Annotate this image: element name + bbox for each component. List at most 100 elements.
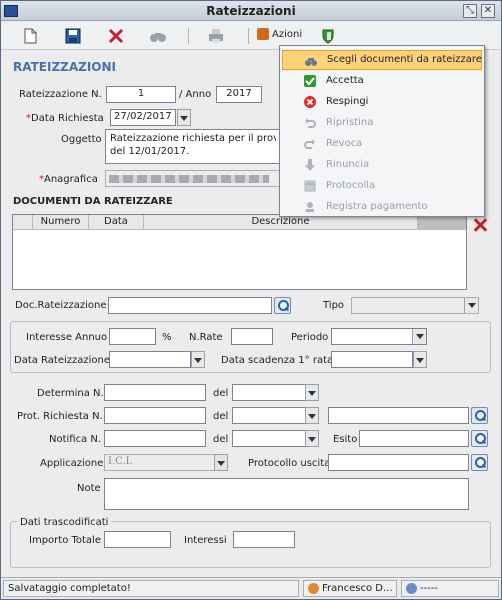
date-picker-button[interactable]	[305, 384, 319, 401]
interessi-label: Interessi	[184, 535, 227, 546]
nrate-field[interactable]	[231, 328, 273, 345]
toolbar-separator	[188, 28, 189, 44]
prot-richiesta-date-field[interactable]	[232, 407, 306, 424]
status-bar: Salvataggio completato! Francesco D... -…	[1, 577, 501, 599]
date-picker-button[interactable]	[177, 109, 191, 126]
oggetto-textarea[interactable]: Rateizzazione richiesta per il provved d…	[105, 129, 281, 164]
determina-label: Determina N.	[37, 388, 104, 399]
data-scadenza-field[interactable]	[331, 351, 413, 368]
user-icon	[308, 582, 319, 594]
data-rateizzazione-label: Data Rateizzazione	[14, 355, 111, 366]
applicazione-dropdown[interactable]	[214, 454, 228, 471]
binoculars-icon[interactable]	[149, 27, 167, 45]
data-rateizzazione-field[interactable]	[109, 351, 191, 368]
search-icon[interactable]	[471, 430, 488, 447]
tipo-label: Tipo	[323, 300, 345, 311]
toolbar-separator	[248, 28, 249, 44]
menu-item-registra-pagamento[interactable]: Registra pagamento	[282, 197, 482, 217]
down-arrow-icon	[305, 159, 315, 171]
doc-rateizzazione-label: Doc.Rateizzazione	[15, 300, 107, 311]
actions-icon	[257, 28, 269, 40]
notifica-label: Notifica N.	[49, 434, 102, 445]
search-icon[interactable]	[471, 407, 488, 424]
anagrafica-label: *Anagrafica	[39, 174, 98, 185]
determina-field[interactable]	[104, 384, 206, 401]
data-richiesta-label: *Data Richiesta	[26, 113, 104, 124]
prot-richiesta-lookup-field[interactable]	[328, 407, 469, 424]
rateizzazione-label: Rateizzazione N.	[19, 89, 102, 100]
notifica-field[interactable]	[104, 430, 206, 447]
date-picker-button[interactable]	[191, 351, 205, 368]
minimize-button[interactable]: ⤡	[463, 4, 477, 18]
anno-field[interactable]: 2017	[216, 86, 262, 103]
interesse-field[interactable]	[109, 328, 156, 345]
prot-richiesta-label: Prot. Richiesta N.	[17, 411, 103, 422]
documents-section-title: DOCUMENTI DA RATEIZZARE	[13, 196, 173, 207]
close-button[interactable]: ✕	[481, 4, 495, 18]
del-label: del	[213, 388, 229, 399]
menu-item-accetta[interactable]: Accetta	[282, 71, 482, 91]
save-icon[interactable]	[64, 27, 82, 45]
menu-item-ripristina[interactable]: Ripristina	[282, 113, 482, 133]
dati-trascodificati-title: Dati trascodificati	[17, 517, 112, 528]
undo-icon	[305, 118, 316, 128]
shield-icon[interactable]	[319, 27, 337, 45]
delete-icon[interactable]	[107, 27, 125, 45]
applicazione-field[interactable]: I.C.I.	[104, 454, 228, 471]
nrate-label: N.Rate	[189, 332, 223, 343]
importo-totale-label: Importo Totale	[29, 535, 101, 546]
doc-rateizzazione-field[interactable]	[108, 297, 272, 314]
binoculars-icon	[305, 58, 317, 66]
del-label: del	[213, 434, 229, 445]
check-icon	[304, 75, 316, 87]
actions-dropdown-menu: Scegli documenti da rateizzare Accetta R…	[279, 45, 485, 217]
print-icon[interactable]	[207, 27, 225, 45]
search-icon[interactable]	[471, 454, 488, 471]
tipo-select[interactable]	[351, 297, 479, 314]
prot-richiesta-field[interactable]	[104, 407, 206, 424]
determina-date-field[interactable]	[232, 384, 306, 401]
data-richiesta-field[interactable]: 27/02/2017	[110, 109, 176, 126]
grid-header-spacer	[418, 215, 466, 230]
date-picker-button[interactable]	[305, 407, 319, 424]
window-title: Rateizzazioni	[206, 4, 296, 18]
date-picker-button[interactable]	[305, 430, 319, 447]
applicazione-label: Applicazione	[40, 458, 104, 469]
menu-item-scegli-documenti[interactable]: Scegli documenti da rateizzare	[282, 50, 482, 70]
note-label: Note	[77, 483, 101, 494]
section-title: RATEIZZAZIONI	[13, 60, 117, 74]
app-window: Rateizzazioni ⤡ ✕ Azioni RATEIZZAZIONI R…	[0, 0, 502, 600]
grid-header-descrizione[interactable]: Descrizione	[144, 215, 418, 230]
menu-item-respingi[interactable]: Respingi	[282, 92, 482, 112]
anagrafica-field[interactable]	[105, 170, 281, 187]
menu-item-revoca[interactable]: Revoca	[282, 134, 482, 154]
search-icon[interactable]	[274, 297, 291, 314]
esito-label: Esito	[333, 434, 358, 445]
esito-field[interactable]	[359, 430, 469, 447]
status-message: Salvataggio completato!	[3, 580, 299, 597]
remove-document-icon[interactable]	[473, 218, 487, 232]
revoke-icon	[304, 139, 315, 149]
periodo-select[interactable]	[331, 328, 427, 345]
date-picker-button[interactable]	[413, 351, 427, 368]
title-bar: Rateizzazioni ⤡ ✕	[1, 1, 501, 21]
periodo-label: Periodo	[291, 332, 329, 343]
oggetto-label: Oggetto	[61, 134, 102, 145]
grid-header-data[interactable]: Data	[89, 215, 144, 230]
interessi-field[interactable]	[233, 531, 295, 548]
anagrafica-redacted-value	[109, 175, 269, 183]
menu-item-protocolla[interactable]: Protocolla	[282, 176, 482, 196]
protocollo-uscita-field[interactable]	[328, 454, 469, 471]
note-textarea[interactable]	[104, 478, 469, 510]
notifica-date-field[interactable]	[232, 430, 306, 447]
new-document-icon[interactable]	[21, 27, 39, 45]
importo-totale-field[interactable]	[104, 531, 171, 548]
protocol-icon	[304, 180, 316, 192]
grid-header-numero[interactable]: Numero	[33, 215, 89, 230]
rateizzazione-number-field[interactable]: 1	[106, 86, 176, 103]
menu-item-rinuncia[interactable]: Rinuncia	[282, 155, 482, 175]
anno-label: / Anno	[179, 89, 212, 100]
documents-grid[interactable]: Numero Data Descrizione	[12, 214, 467, 290]
reject-icon	[304, 96, 316, 108]
actions-menu-button[interactable]: Azioni	[257, 28, 302, 40]
